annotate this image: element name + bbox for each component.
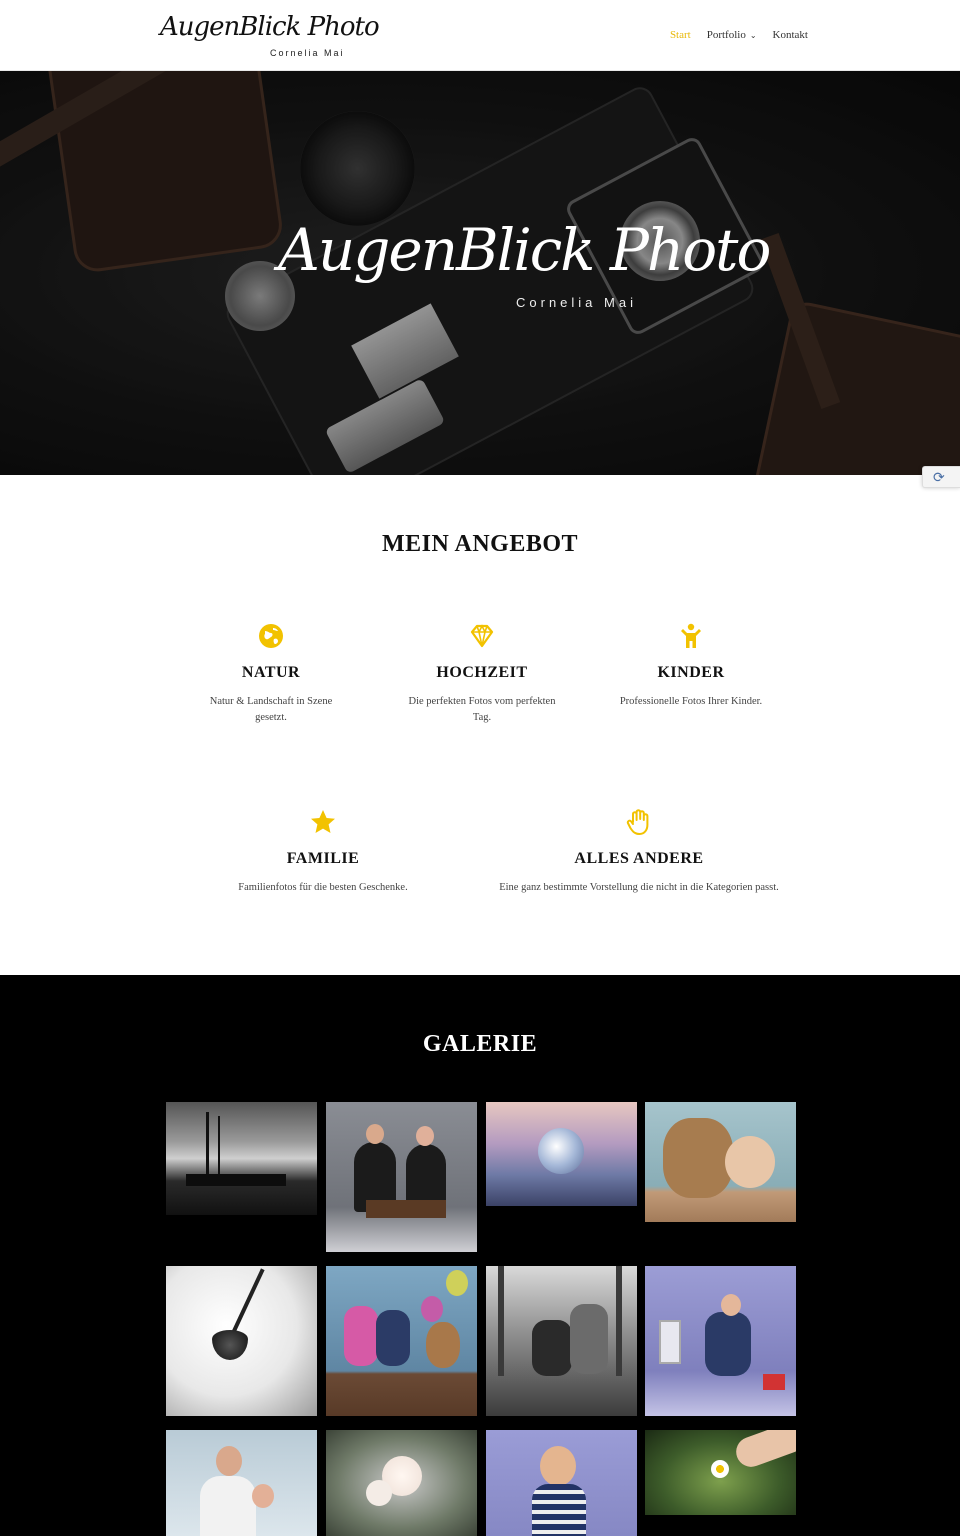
gallery-image-couple-forest[interactable] <box>486 1266 637 1416</box>
hero-title: AugenBlick Photo <box>278 216 771 284</box>
offer-text: Die perfekten Fotos vom perfekten Tag. <box>408 696 556 723</box>
offer-alles-andere: ALLES ANDERE Eine ganz bestimmte Vorstel… <box>499 808 779 896</box>
offer-text: Familienfotos für die besten Geschenke. <box>238 882 408 893</box>
hero-banner: AugenBlick Photo Cornelia Mai <box>0 71 960 475</box>
gallery-image-glass-ball[interactable] <box>486 1102 637 1206</box>
main-nav: Start Portfolio ⌄ Kontakt <box>670 29 808 41</box>
diamond-icon <box>470 624 494 648</box>
gallery-image-flower-hand[interactable] <box>645 1430 796 1515</box>
offer-text: Natur & Landschaft in Szene gesetzt. <box>209 696 333 723</box>
gallery-image-family[interactable] <box>326 1102 477 1252</box>
gallery-image-water-drop[interactable] <box>166 1266 317 1416</box>
child-icon <box>681 623 701 648</box>
offer-title: FAMILIE <box>286 850 360 867</box>
offers-heading: MEIN ANGEBOT <box>381 531 579 557</box>
gallery-heading: GALERIE <box>422 1031 538 1057</box>
offer-text: Eine ganz bestimmte Vorstellung die nich… <box>499 882 779 893</box>
gallery-image-baby-teddy[interactable] <box>645 1102 796 1222</box>
gallery-image-harbor[interactable] <box>166 1102 317 1215</box>
hero-subtitle: Cornelia Mai <box>516 295 637 310</box>
hand-icon <box>626 809 649 835</box>
logo-subtitle: Cornelia Mai <box>270 48 345 58</box>
site-header: AugenBlick Photo Cornelia Mai Start Port… <box>0 0 960 71</box>
gallery-image-blossom[interactable] <box>326 1430 477 1536</box>
offer-title: HOCHZEIT <box>436 664 528 681</box>
site-logo[interactable]: AugenBlick Photo Cornelia Mai <box>160 8 380 64</box>
nav-portfolio[interactable]: Portfolio ⌄ <box>707 29 757 41</box>
gallery-image-toddler[interactable] <box>486 1430 637 1536</box>
nav-portfolio-label: Portfolio <box>706 29 746 41</box>
offer-title: ALLES ANDERE <box>574 850 704 867</box>
chevron-down-icon: ⌄ <box>749 31 757 40</box>
recaptcha-badge[interactable]: ⟳ <box>922 466 960 488</box>
recaptcha-icon: ⟳ <box>933 471 945 486</box>
logo-script: AugenBlick Photo <box>160 12 380 42</box>
gallery-section: GALERIE <box>0 975 960 1536</box>
offer-natur: NATUR Natur & Landschaft in Szene gesetz… <box>196 622 346 726</box>
nav-kontakt[interactable]: Kontakt <box>773 29 808 41</box>
nav-start[interactable]: Start <box>670 29 691 41</box>
star-icon <box>311 810 335 833</box>
offer-title: NATUR <box>241 664 301 681</box>
offer-text: Professionelle Fotos Ihrer Kinder. <box>619 696 763 707</box>
offer-familie: FAMILIE Familienfotos für die besten Ges… <box>213 808 433 896</box>
offer-kinder: KINDER Professionelle Fotos Ihrer Kinder… <box>606 622 776 710</box>
offer-title: KINDER <box>657 664 725 681</box>
globe-icon <box>259 624 283 648</box>
gallery-image-couple-baby[interactable] <box>166 1430 317 1536</box>
gallery-image-kids-balloons[interactable] <box>326 1266 477 1416</box>
offer-hochzeit: HOCHZEIT Die perfekten Fotos vom perfekt… <box>401 622 563 726</box>
gallery-image-family-lantern[interactable] <box>645 1266 796 1416</box>
